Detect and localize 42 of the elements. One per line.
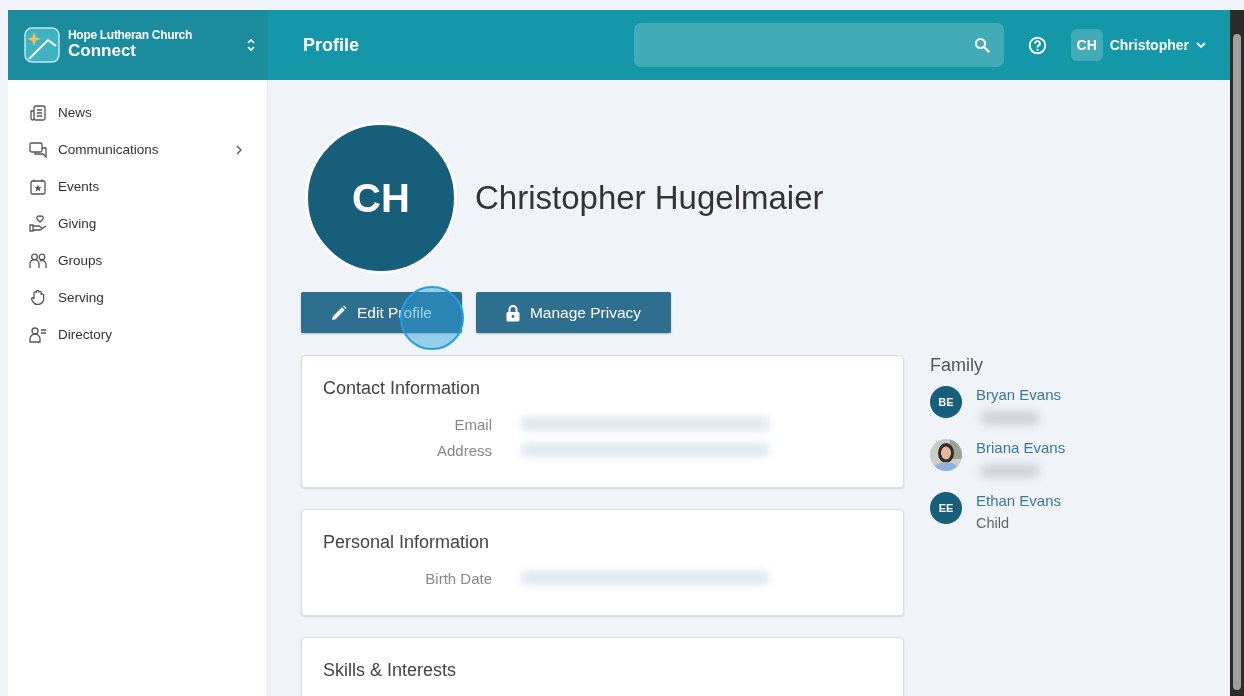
card-title: Skills & Interests	[323, 660, 458, 681]
nav-item[interactable]: Giving	[8, 205, 267, 242]
help-icon[interactable]	[1027, 35, 1047, 55]
member-name-link[interactable]: Ethan Evans	[976, 492, 1062, 509]
member-name-link[interactable]: Bryan Evans	[976, 386, 1062, 403]
chevron-down-icon	[1196, 41, 1206, 49]
nav-item[interactable]: News	[8, 94, 267, 131]
organization-name: Hope Lutheran Church	[68, 29, 193, 43]
profile-name: Christopher Hugelmaier	[475, 179, 824, 217]
member-relation: Child	[976, 515, 1011, 531]
person-list-icon	[28, 324, 48, 345]
newspaper-icon	[28, 102, 48, 123]
search-icon	[973, 37, 990, 53]
member-avatar: BE	[930, 386, 962, 418]
scrollbar[interactable]	[1230, 10, 1244, 696]
app-name: Connect	[68, 42, 137, 61]
brand-switcher[interactable]: Hope Lutheran Church Connect	[8, 10, 268, 80]
field-label: Email	[453, 415, 492, 433]
nav-item[interactable]: Directory	[8, 316, 267, 353]
member-name-link[interactable]: Briana Evans	[976, 439, 1066, 456]
user-avatar: CH	[1070, 29, 1103, 61]
search-field[interactable]	[633, 23, 1004, 67]
nav-item[interactable]: Events	[8, 168, 267, 205]
card-title: Contact Information	[323, 378, 482, 399]
chat-bubbles-icon	[28, 139, 48, 160]
page-title: Profile	[303, 34, 359, 56]
family-heading: Family	[930, 355, 984, 376]
heart-hand-icon	[28, 213, 48, 234]
field-label: Birth Date	[424, 569, 492, 587]
profile-avatar: CH	[305, 122, 457, 274]
pencil-icon	[331, 304, 347, 321]
nav-item[interactable]: Groups	[8, 242, 267, 279]
member-avatar: EE	[930, 492, 962, 524]
nav-item[interactable]: Communications	[8, 131, 267, 168]
card-title: Personal Information	[323, 532, 491, 553]
lock-icon	[505, 303, 520, 322]
up-down-chevron-icon	[246, 37, 256, 53]
manage-privacy-button[interactable]: Manage Privacy	[475, 292, 672, 333]
logo-icon	[24, 27, 60, 63]
edit-profile-button[interactable]: Edit Profile	[301, 292, 462, 333]
field-label: Address	[435, 441, 492, 459]
nav-item[interactable]: Serving	[8, 279, 267, 316]
